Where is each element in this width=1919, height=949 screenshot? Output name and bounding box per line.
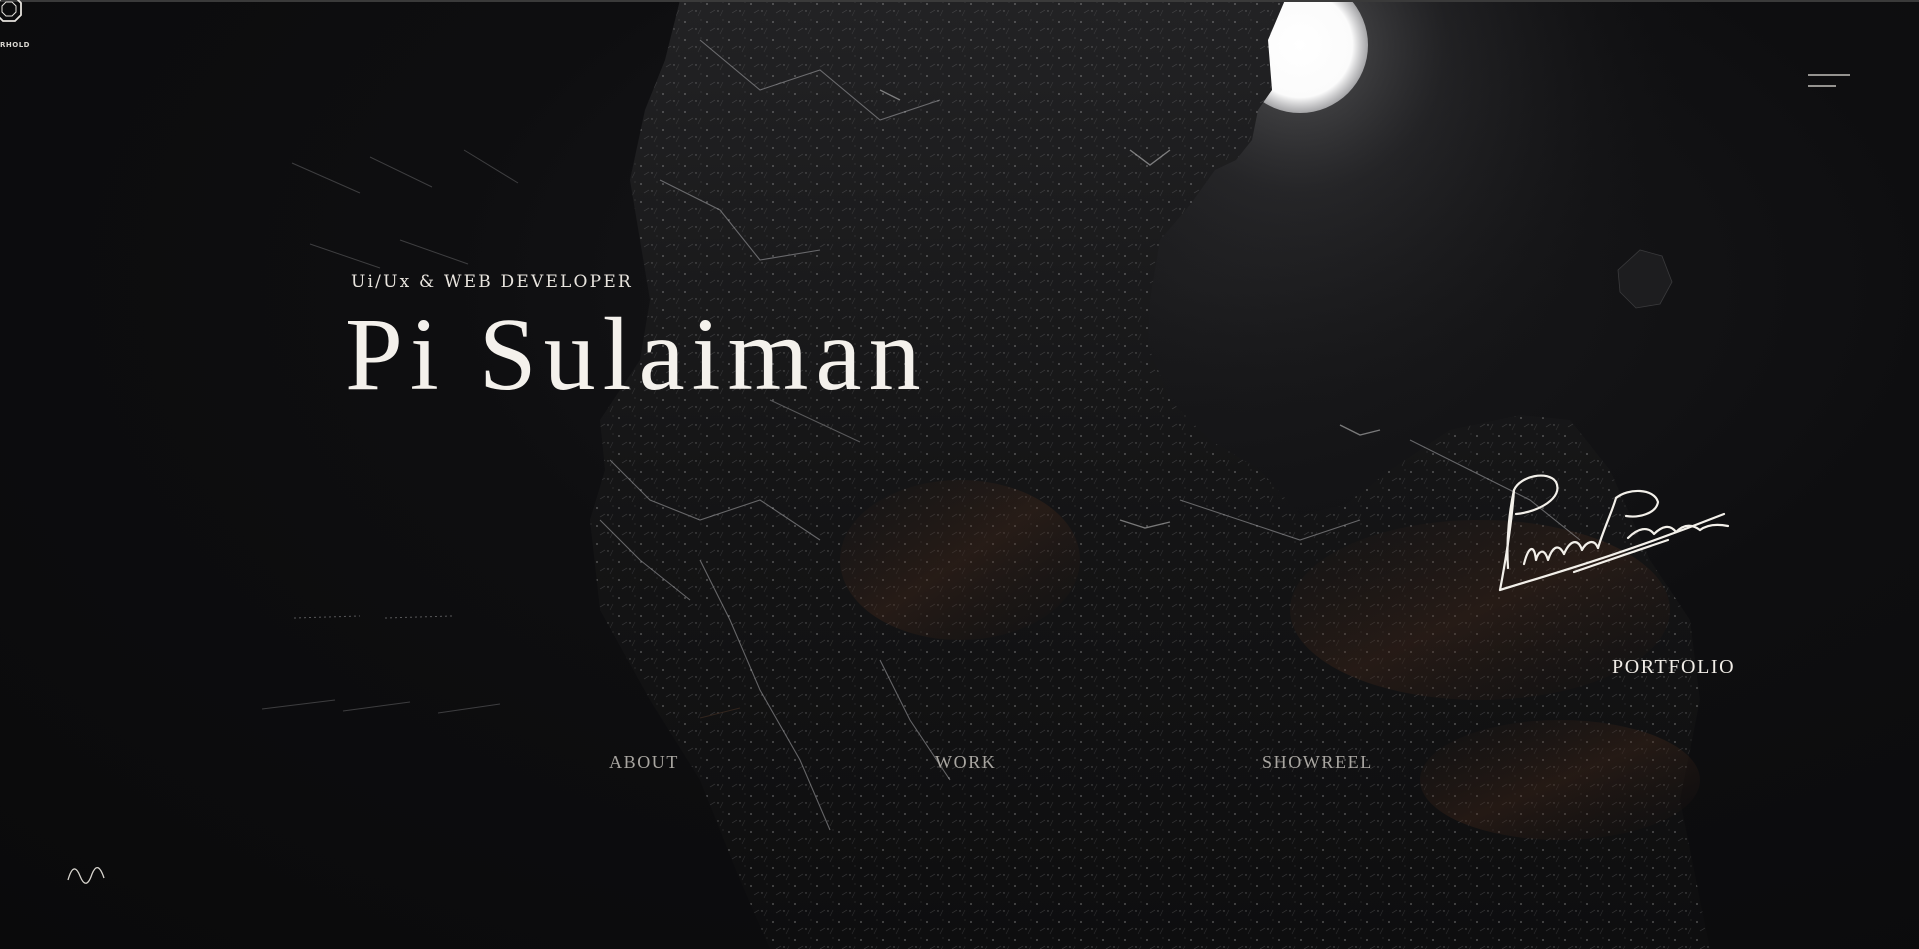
sound-toggle-button[interactable]: [66, 864, 106, 886]
brand-logo[interactable]: RHOLD: [0, 0, 40, 52]
nav-showreel-link[interactable]: SHOWREEL: [1262, 752, 1373, 773]
portfolio-link[interactable]: PORTFOLIO: [1612, 656, 1735, 679]
top-border: [0, 0, 1919, 2]
hero-name: Pi Sulaiman: [345, 297, 928, 412]
hamburger-menu-icon: [1808, 74, 1850, 87]
nav-about-link[interactable]: ABOUT: [609, 752, 679, 773]
page: RHOLD Ui/Ux & WEB DEVELOPER Pi Sulaiman …: [0, 0, 1919, 949]
nav-work-link[interactable]: WORK: [935, 752, 996, 773]
brand-logo-text: RHOLD: [0, 41, 30, 49]
menu-button[interactable]: [1800, 68, 1850, 92]
sound-wave-icon: [67, 867, 105, 884]
octagon-logo-icon: [0, 0, 22, 22]
signature-image: [1498, 474, 1730, 592]
hero-subtitle: Ui/Ux & WEB DEVELOPER: [351, 272, 633, 292]
